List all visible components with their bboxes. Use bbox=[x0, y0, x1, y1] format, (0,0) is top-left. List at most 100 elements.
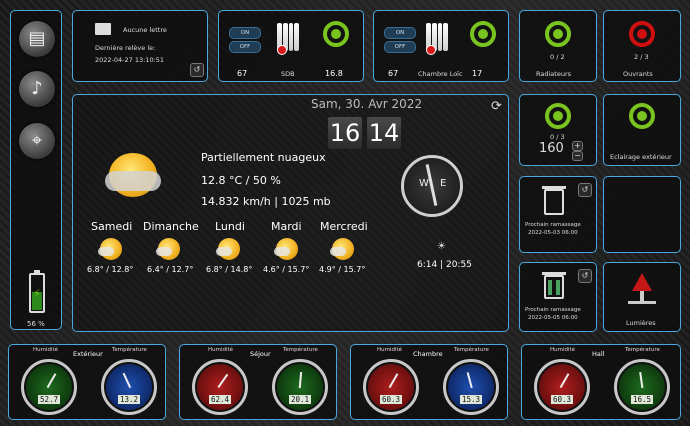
eclairage-count: 0 / 3 bbox=[550, 133, 565, 141]
refresh-icon[interactable]: ↺ bbox=[578, 269, 592, 283]
humidity-value: 60.3 bbox=[380, 395, 402, 404]
on-button[interactable]: ON bbox=[229, 27, 261, 39]
envelope-icon bbox=[95, 23, 111, 35]
weather-condition: Partiellement nuageux bbox=[201, 151, 326, 164]
humidity-value: 60.3 bbox=[551, 395, 573, 404]
forecast-day: Mercredi bbox=[320, 220, 368, 233]
radiateurs-label: Radiateurs bbox=[536, 70, 571, 78]
forecast-range: 4.6° / 15.7° bbox=[263, 265, 310, 274]
trash-bin-icon bbox=[542, 272, 566, 299]
cloud-icon bbox=[330, 247, 346, 256]
status-ring-icon bbox=[545, 21, 571, 47]
room-panel-chambre-loic: ON OFF 67 Chambre Loïc 17 bbox=[373, 10, 509, 82]
room-name: Chambre Loïc bbox=[418, 70, 463, 78]
compass-icon: W E bbox=[401, 155, 463, 217]
humidity-label: Humidité bbox=[208, 347, 234, 353]
ramassage-tile-2[interactable]: ↺ Prochain ramassage 2022-05-05 06:00 bbox=[519, 262, 597, 332]
ouvrants-tile[interactable]: 2 / 3 Ouvrants bbox=[603, 10, 681, 82]
sun-icon: ☀ bbox=[437, 241, 446, 252]
setpoint: 67 bbox=[388, 69, 399, 78]
weather-temp-humidity: 12.8 °C / 50 % bbox=[201, 174, 281, 187]
humidity-gauge: 62.4 bbox=[192, 359, 248, 415]
temperature-label: Température bbox=[454, 347, 489, 353]
room-label: Extérieur bbox=[73, 350, 103, 358]
lamp-icon bbox=[628, 273, 656, 304]
eclairage-value: 160 bbox=[539, 141, 564, 156]
radiateurs-tile[interactable]: 0 / 2 Radiateurs bbox=[519, 10, 597, 82]
forecast-day: Samedi bbox=[91, 220, 133, 233]
room-label: Hall bbox=[592, 350, 605, 358]
temperature-value: 13.2 bbox=[118, 395, 140, 404]
battery-icon: ⚡ bbox=[29, 270, 45, 313]
music-note-icon[interactable]: ♪ bbox=[19, 71, 55, 107]
forecast-range: 6.8° / 12.8° bbox=[87, 265, 134, 274]
humidity-label: Humidité bbox=[377, 347, 403, 353]
humidity-gauge: 60.3 bbox=[534, 359, 590, 415]
eclairage-label: Eclairage extérieur bbox=[610, 153, 672, 161]
room-temp: 16.8 bbox=[325, 69, 343, 78]
ramassage-date: 2022-05-05 06:00 bbox=[528, 315, 578, 321]
cloud-icon bbox=[156, 247, 172, 256]
mail-status: Aucune lettre bbox=[123, 26, 167, 34]
forecast-range: 6.8° / 14.8° bbox=[206, 265, 253, 274]
off-button[interactable]: OFF bbox=[384, 41, 416, 53]
cloud-icon bbox=[274, 247, 290, 256]
refresh-icon[interactable]: ⟳ bbox=[491, 99, 502, 114]
room-panel-sdb: ON OFF 67 SDB 16.8 bbox=[218, 10, 364, 82]
weather-date: Sam, 30. Avr 2022 bbox=[311, 97, 423, 111]
mail-last-label: Dernière relève le: bbox=[95, 44, 156, 52]
refresh-icon[interactable]: ↺ bbox=[190, 63, 204, 77]
off-button[interactable]: OFF bbox=[229, 41, 261, 53]
temperature-label: Température bbox=[283, 347, 318, 353]
clock-minute: 14 bbox=[367, 117, 401, 149]
temperature-value: 15.3 bbox=[460, 395, 482, 404]
ramassage-tile-1[interactable]: ↺ Prochain ramassage 2022-05-03 06:00 bbox=[519, 176, 597, 253]
forecast-day: Lundi bbox=[215, 220, 245, 233]
ouvrants-count: 2 / 3 bbox=[634, 53, 649, 61]
status-ring-icon bbox=[629, 103, 655, 129]
lumieres-tile[interactable]: Lumières bbox=[603, 262, 681, 332]
temperature-value: 16.5 bbox=[631, 395, 653, 404]
humidity-label: Humidité bbox=[33, 347, 59, 353]
temperature-gauge: 15.3 bbox=[443, 359, 499, 415]
status-ring-icon bbox=[545, 103, 571, 129]
cloud-icon bbox=[98, 247, 114, 256]
sidebar: ▤ ♪ ⌖ ⚡ 56 % bbox=[10, 10, 62, 330]
cloud-icon bbox=[216, 247, 232, 256]
forecast-day: Dimanche bbox=[143, 220, 199, 233]
mail-last-date: 2022-04-27 13:10:51 bbox=[95, 56, 165, 64]
minus-button[interactable]: − bbox=[572, 151, 583, 161]
room-label: Séjour bbox=[250, 350, 271, 358]
humidity-value: 62.4 bbox=[209, 395, 231, 404]
plus-button[interactable]: + bbox=[572, 141, 583, 151]
temperature-gauge: 16.5 bbox=[614, 359, 670, 415]
room-temp: 17 bbox=[472, 69, 483, 78]
room-name: SDB bbox=[281, 70, 295, 78]
sensor-panel-chambre: Humidité Chambre Température 60.3 15.3 bbox=[350, 344, 508, 420]
humidity-gauge: 60.3 bbox=[363, 359, 419, 415]
sensor-panel-sejour: Humidité Séjour Température 62.4 20.1 bbox=[179, 344, 337, 420]
on-button[interactable]: ON bbox=[384, 27, 416, 39]
ramassage-label: Prochain ramassage bbox=[525, 222, 581, 228]
refresh-icon[interactable]: ↺ bbox=[578, 183, 592, 197]
trash-bin-icon bbox=[542, 186, 566, 215]
humidity-value: 52.7 bbox=[38, 395, 60, 404]
shutter-icon[interactable]: ▤ bbox=[19, 21, 55, 57]
mail-panel[interactable]: Aucune lettre Dernière relève le: 2022-0… bbox=[72, 10, 208, 82]
radiateurs-count: 0 / 2 bbox=[550, 53, 565, 61]
clock-hour: 16 bbox=[328, 117, 362, 149]
heating-off-indicator bbox=[277, 45, 287, 55]
setpoint: 67 bbox=[237, 69, 248, 78]
humidity-gauge: 52.7 bbox=[21, 359, 77, 415]
eclairage-label-tile[interactable]: Eclairage extérieur bbox=[603, 94, 681, 166]
weather-panel: Sam, 30. Avr 2022 ⟳ 16 14 Partiellement … bbox=[72, 94, 509, 332]
temperature-label: Température bbox=[112, 347, 147, 353]
weather-wind-pressure: 14.832 km/h | 1025 mb bbox=[201, 195, 331, 208]
forecast-range: 6.4° / 12.7° bbox=[147, 265, 194, 274]
eclairage-tile[interactable]: 0 / 3 160 + − bbox=[519, 94, 597, 166]
temperature-gauge: 13.2 bbox=[101, 359, 157, 415]
humidity-label: Humidité bbox=[550, 347, 576, 353]
battery-level: 56 % bbox=[27, 320, 45, 328]
empty-tile bbox=[603, 176, 681, 253]
security-camera-icon[interactable]: ⌖ bbox=[19, 123, 55, 159]
